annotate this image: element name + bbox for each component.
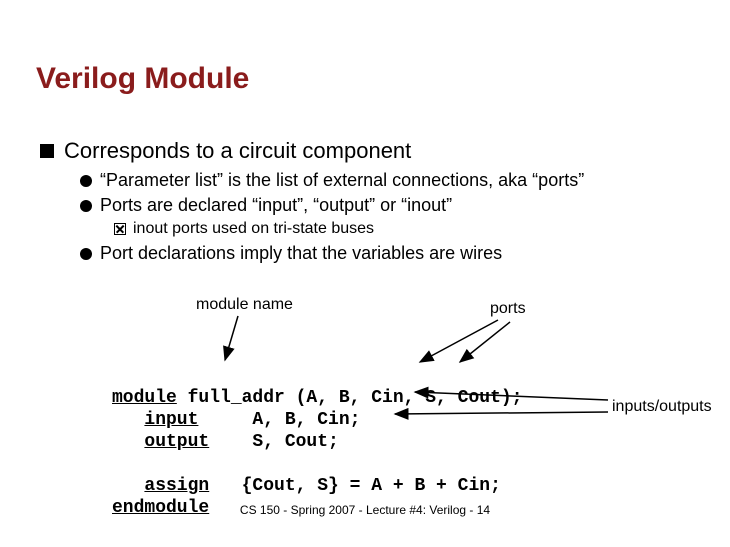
bullet-l2c-text: Port declarations imply that the variabl… [100,243,502,264]
x-box-bullet-icon [114,223,126,235]
circle-bullet-icon [80,200,92,212]
bullet-l2c: Port declarations imply that the variabl… [80,243,502,264]
code-input-line: A, B, Cin; [198,410,360,430]
code-block: module full_addr (A, B, Cin, S, Cout); i… [112,365,522,519]
kw-input: input [144,410,198,430]
bullet-l3a-text: inout ports used on tri-state buses [133,220,374,238]
bullet-l1-text: Corresponds to a circuit component [64,138,411,164]
code-assign-line: {Cout, S} = A + B + Cin; [209,476,501,496]
bullet-l2a-text: “Parameter list” is the list of external… [100,170,584,191]
annotation-ports: ports [490,300,526,318]
circle-bullet-icon [80,175,92,187]
bullet-l2b-text: Ports are declared “input”, “output” or … [100,195,452,216]
annotation-module-name: module name [196,296,293,314]
code-output-line: S, Cout; [209,432,339,452]
kw-assign: assign [144,476,209,496]
bullet-l3a: inout ports used on tri-state buses [114,220,374,238]
slide-footer: CS 150 - Spring 2007 - Lecture #4: Veril… [0,503,730,517]
circle-bullet-icon [80,248,92,260]
bullet-l2b: Ports are declared “input”, “output” or … [80,195,452,216]
bullet-l2a: “Parameter list” is the list of external… [80,170,584,191]
code-module-line: full_addr (A, B, Cin, S, Cout); [177,388,523,408]
annotation-inputs-outputs: inputs/outputs [612,398,712,416]
kw-module: module [112,388,177,408]
bullet-l1: Corresponds to a circuit component [40,138,411,164]
square-bullet-icon [40,144,54,158]
kw-output: output [144,432,209,452]
slide-title: Verilog Module [36,62,249,96]
